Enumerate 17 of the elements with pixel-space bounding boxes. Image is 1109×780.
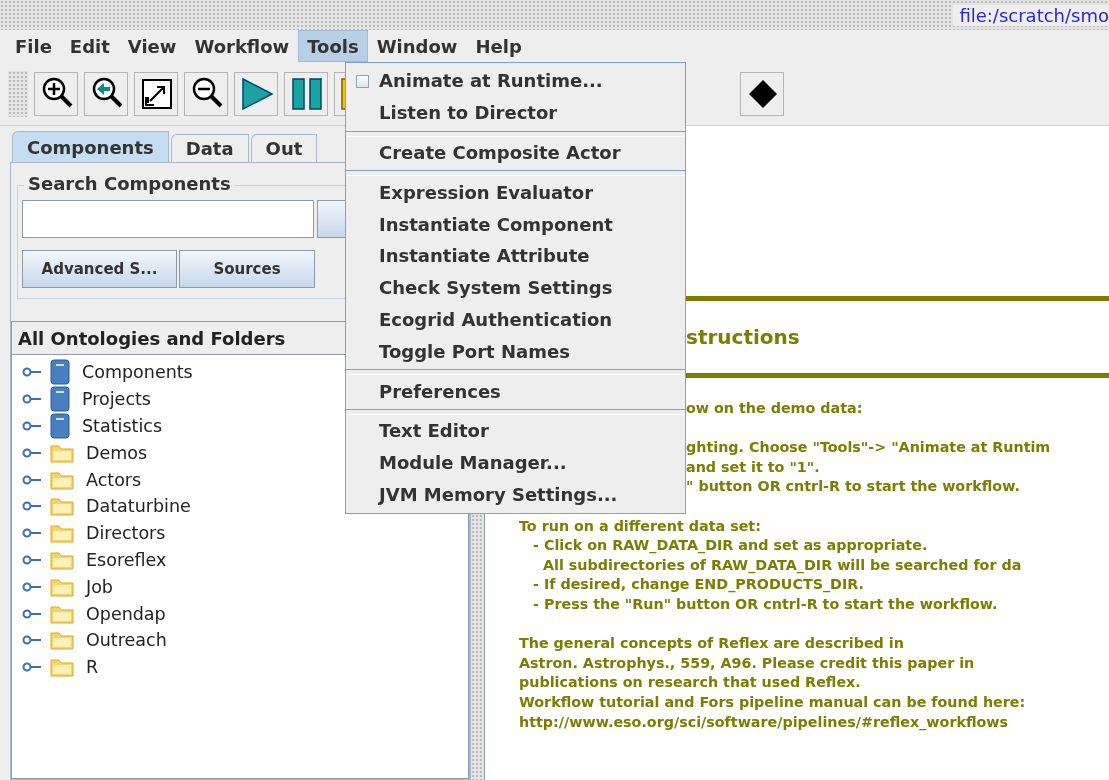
document-text: All subdirectories of RAW_DATA_DIR will be searched for da bbox=[543, 556, 1022, 573]
document-text: The general concepts of Reflex are described in bbox=[519, 635, 904, 652]
document-text: ghting. Choose "Tools"-> "Animate at Runtim bbox=[686, 439, 1051, 456]
document-text: " button OR cntrl-R to start the workflow. bbox=[686, 478, 1020, 495]
group-title: Search Components bbox=[24, 173, 235, 194]
document-text: Astron. Astrophys., 559, A96. Please credit this paper in bbox=[519, 654, 975, 671]
document-text: publications on research that used Reflex. bbox=[519, 674, 861, 691]
document-text: - Click on RAW_DATA_DIR and set as appropriate. bbox=[533, 537, 928, 554]
document-text: - Press the "Run" button OR cntrl-R to start the workflow. bbox=[533, 595, 998, 612]
document-heading: structions bbox=[686, 325, 800, 349]
document-text: ow on the demo data: bbox=[686, 400, 863, 416]
document-text: and set it to "1". bbox=[686, 458, 820, 475]
file-path: file:/scratch/smo bbox=[953, 4, 1109, 26]
document-text: http://www.eso.org/sci/software/pipelines/#reflex_workflows bbox=[519, 713, 1009, 730]
document-text: Workflow tutorial and Fors pipeline manual can be found here: bbox=[519, 693, 1026, 710]
document-text: - If desired, change END_PRODUCTS_DIR. bbox=[533, 576, 864, 593]
document-text: To run on a different data set: bbox=[519, 517, 761, 534]
